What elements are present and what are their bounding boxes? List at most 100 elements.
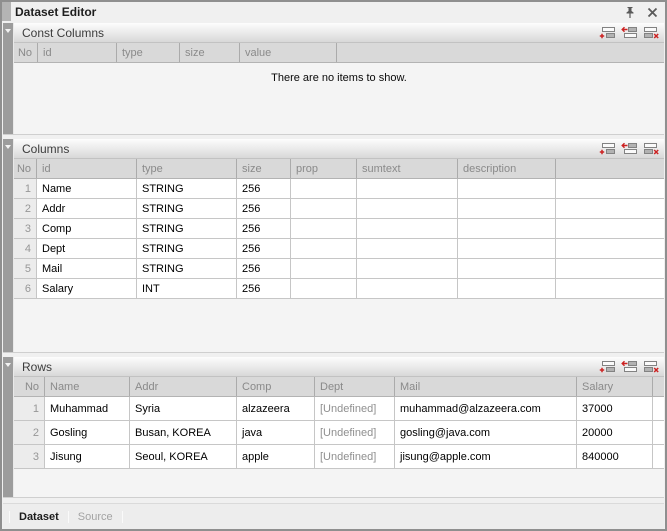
collapse-rows-button[interactable] (5, 363, 11, 367)
row-number-cell[interactable]: 5 (14, 259, 37, 278)
column-header[interactable]: sumtext (357, 159, 458, 178)
grid-cell[interactable]: Syria (130, 397, 237, 420)
collapse-columns-button[interactable] (5, 145, 11, 149)
grid-cell[interactable] (458, 219, 556, 238)
add-item-icon[interactable] (599, 26, 616, 39)
grid-cell[interactable] (291, 199, 357, 218)
grid-cell[interactable]: muhammad@alzazeera.com (395, 397, 577, 420)
close-button[interactable] (645, 5, 659, 19)
grid-cell[interactable]: STRING (137, 199, 237, 218)
grid-cell[interactable] (357, 259, 458, 278)
column-header[interactable]: type (137, 159, 237, 178)
grid-cell[interactable] (291, 259, 357, 278)
collapse-const-columns-button[interactable] (5, 29, 11, 33)
grid-cell[interactable]: Salary (37, 279, 137, 298)
grid-cell[interactable] (291, 239, 357, 258)
grid-cell[interactable] (458, 179, 556, 198)
grid-cell[interactable]: 256 (237, 179, 291, 198)
insert-item-icon[interactable] (621, 26, 638, 39)
grid-cell[interactable]: Name (37, 179, 137, 198)
grid-cell[interactable]: java (237, 421, 315, 444)
grid-cell[interactable]: 20000 (577, 421, 653, 444)
grid-cell[interactable] (357, 239, 458, 258)
grid-cell[interactable]: alzazeera (237, 397, 315, 420)
grid-cell[interactable] (458, 279, 556, 298)
row-number-cell[interactable]: 2 (14, 199, 37, 218)
grid-cell[interactable]: gosling@java.com (395, 421, 577, 444)
column-header[interactable]: size (237, 159, 291, 178)
grid-cell[interactable]: [Undefined] (315, 397, 395, 420)
tab-dataset[interactable]: Dataset (19, 511, 59, 523)
rows-table: No Name Addr Comp Dept Mail Salary 1 Muh… (14, 377, 664, 469)
grid-cell[interactable]: 840000 (577, 445, 653, 468)
delete-item-icon[interactable] (643, 142, 660, 155)
grid-cell[interactable] (458, 199, 556, 218)
grid-cell[interactable]: Comp (37, 219, 137, 238)
grid-cell[interactable]: STRING (137, 239, 237, 258)
grid-cell[interactable]: Muhammad (45, 397, 130, 420)
row-number-cell[interactable]: 1 (14, 397, 45, 420)
pin-button[interactable] (623, 5, 637, 19)
grid-cell[interactable]: Addr (37, 199, 137, 218)
grid-cell[interactable]: Seoul, KOREA (130, 445, 237, 468)
column-header[interactable]: type (117, 43, 180, 62)
grid-cell[interactable]: 256 (237, 259, 291, 278)
grid-cell[interactable]: STRING (137, 259, 237, 278)
grid-cell[interactable] (357, 179, 458, 198)
grid-cell[interactable] (357, 279, 458, 298)
grid-cell[interactable]: 256 (237, 199, 291, 218)
grid-cell[interactable]: 37000 (577, 397, 653, 420)
column-header[interactable]: Dept (315, 377, 395, 396)
grid-cell[interactable]: Gosling (45, 421, 130, 444)
grid-cell[interactable]: apple (237, 445, 315, 468)
grid-cell[interactable]: 256 (237, 279, 291, 298)
insert-item-icon[interactable] (621, 360, 638, 373)
column-header[interactable]: value (240, 43, 337, 62)
grid-cell[interactable]: [Undefined] (315, 445, 395, 468)
tab-source[interactable]: Source (78, 511, 113, 523)
column-header[interactable]: size (180, 43, 240, 62)
grid-cell[interactable]: 256 (237, 239, 291, 258)
row-number-cell[interactable]: 3 (14, 445, 45, 468)
grid-cell[interactable]: INT (137, 279, 237, 298)
column-header[interactable]: No (14, 43, 38, 62)
delete-item-icon[interactable] (643, 26, 660, 39)
column-header[interactable]: id (37, 159, 137, 178)
column-header[interactable]: No (14, 377, 45, 396)
column-header[interactable]: description (458, 159, 556, 178)
grid-cell[interactable]: [Undefined] (315, 421, 395, 444)
delete-item-icon[interactable] (643, 360, 660, 373)
grid-cell[interactable]: 256 (237, 219, 291, 238)
row-number-cell[interactable]: 2 (14, 421, 45, 444)
row-number-cell[interactable]: 3 (14, 219, 37, 238)
column-header[interactable]: prop (291, 159, 357, 178)
column-header[interactable]: Salary (577, 377, 653, 396)
grid-cell[interactable] (458, 239, 556, 258)
row-number-cell[interactable]: 4 (14, 239, 37, 258)
grid-cell[interactable] (357, 199, 458, 218)
column-header[interactable]: Addr (130, 377, 237, 396)
add-item-icon[interactable] (599, 142, 616, 155)
insert-item-icon[interactable] (621, 142, 638, 155)
add-item-icon[interactable] (599, 360, 616, 373)
tab-separator (9, 511, 10, 523)
row-number-cell[interactable]: 1 (14, 179, 37, 198)
row-number-cell[interactable]: 6 (14, 279, 37, 298)
column-header[interactable]: No (14, 159, 37, 178)
column-header[interactable]: id (38, 43, 117, 62)
column-header[interactable]: Name (45, 377, 130, 396)
column-header[interactable]: Mail (395, 377, 577, 396)
grid-cell[interactable]: STRING (137, 219, 237, 238)
grid-cell[interactable] (357, 219, 458, 238)
grid-cell[interactable]: STRING (137, 179, 237, 198)
grid-cell[interactable]: Dept (37, 239, 137, 258)
grid-cell[interactable] (458, 259, 556, 278)
grid-cell[interactable]: jisung@apple.com (395, 445, 577, 468)
column-header[interactable]: Comp (237, 377, 315, 396)
grid-cell[interactable] (291, 279, 357, 298)
grid-cell[interactable]: Busan, KOREA (130, 421, 237, 444)
grid-cell[interactable] (291, 179, 357, 198)
grid-cell[interactable]: Jisung (45, 445, 130, 468)
grid-cell[interactable] (291, 219, 357, 238)
grid-cell[interactable]: Mail (37, 259, 137, 278)
